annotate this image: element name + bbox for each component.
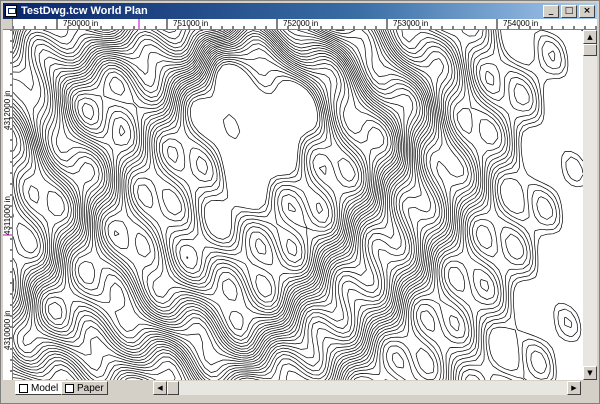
ruler-x-label: 750000 in [63,19,99,28]
vertical-scroll-thumb[interactable] [583,44,597,56]
ruler-y-label: 4311000 in [3,196,12,235]
vertical-scrollbar[interactable]: ▲ ▼ [583,30,597,380]
ruler-x-label: 754000 in [503,19,539,28]
drawing-canvas[interactable] [13,30,583,380]
drawing-icon[interactable] [5,5,17,17]
ruler-y-label: 4312000 in [3,90,12,130]
ruler-y-label: 4310000 in [3,310,12,350]
scroll-down-button[interactable]: ▼ [583,366,597,380]
ruler-x-label: 751000 in [173,19,209,28]
title-bar[interactable]: TestDwg.tcw World Plan _ □ × [3,3,597,19]
ruler-x-label: 752000 in [283,19,319,28]
model-space-icon [19,383,28,393]
close-button[interactable]: × [579,4,595,18]
scroll-left-button[interactable]: ◀ [153,381,167,395]
bottom-bar: Model Paper ◀ ▶ [3,380,597,396]
ruler-x-label: 753000 in [393,19,429,28]
tab-model-label: Model [31,382,59,394]
drawing-window: TestDwg.tcw World Plan _ □ × 750000 in 7… [0,0,600,404]
minimize-button[interactable]: _ [543,4,559,18]
tab-model[interactable]: Model [15,381,63,395]
window-title: TestDwg.tcw World Plan [21,5,148,17]
tab-paper-label: Paper [77,382,104,394]
scroll-right-button[interactable]: ▶ [567,381,581,395]
paper-space-icon [65,383,74,393]
tab-paper[interactable]: Paper [61,381,108,395]
horizontal-ruler[interactable]: 750000 in 751000 in 752000 in 753000 in … [13,19,597,30]
contour-lines [13,30,583,380]
contour-map [13,30,583,380]
horizontal-scrollbar[interactable]: ◀ ▶ [153,381,581,395]
maximize-button[interactable]: □ [561,4,577,18]
scroll-up-button[interactable]: ▲ [583,30,597,44]
ruler-corner [3,19,13,30]
vertical-ruler[interactable]: 4312000 in 4311000 in 4310000 in [3,30,13,380]
horizontal-scroll-thumb[interactable] [167,381,179,395]
